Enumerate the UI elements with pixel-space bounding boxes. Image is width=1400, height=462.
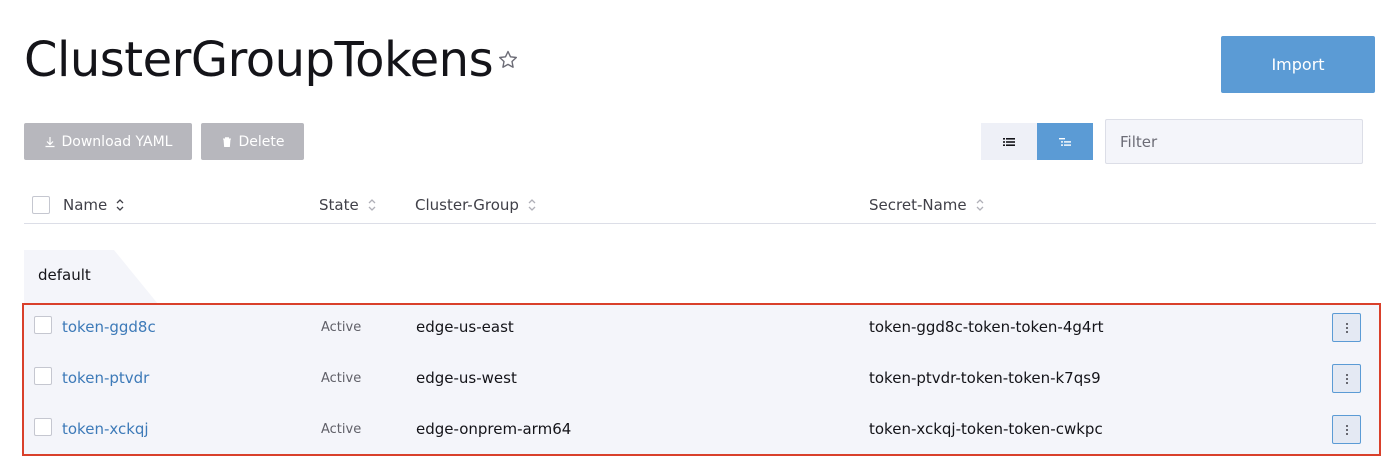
vertical-dots-icon	[1345, 322, 1348, 333]
column-header-secret-name-label: Secret-Name	[869, 196, 967, 214]
trash-icon	[222, 136, 231, 147]
select-all-checkbox[interactable]	[32, 196, 50, 214]
table-body: token-ggd8c Active edge-us-east token-gg…	[22, 303, 1381, 456]
column-header-name-label: Name	[63, 196, 108, 214]
sort-icon	[368, 199, 376, 211]
column-header-state-label: State	[319, 196, 359, 214]
row-name-link[interactable]: token-xckqj	[62, 420, 149, 438]
view-mode-toggle	[981, 123, 1093, 160]
row-checkbox[interactable]	[34, 367, 52, 385]
column-header-secret-name[interactable]: Secret-Name	[869, 196, 985, 214]
row-secret-name: token-xckqj-token-token-cwkpc	[869, 420, 1103, 438]
table-row[interactable]: token-ptvdr Active edge-us-west token-pt…	[24, 356, 1379, 406]
sort-icon	[116, 199, 124, 211]
group-tab-default: default	[24, 250, 164, 304]
download-yaml-label: Download YAML	[61, 133, 173, 150]
column-header-cluster-group-label: Cluster-Group	[415, 196, 519, 214]
row-checkbox[interactable]	[34, 418, 52, 436]
group-label: default	[38, 266, 91, 284]
star-icon[interactable]	[496, 48, 520, 72]
list-view-button[interactable]	[981, 123, 1037, 160]
row-secret-name: token-ggd8c-token-token-4g4rt	[869, 318, 1104, 336]
row-checkbox[interactable]	[34, 316, 52, 334]
row-name-link[interactable]: token-ggd8c	[62, 318, 156, 336]
column-header-state[interactable]: State	[319, 196, 377, 214]
download-yaml-button[interactable]: Download YAML	[24, 123, 192, 160]
row-actions-button[interactable]	[1332, 313, 1361, 342]
list-icon	[1003, 137, 1015, 146]
row-actions-button[interactable]	[1332, 415, 1361, 444]
column-header-name[interactable]: Name	[63, 196, 125, 214]
table-header: Name State Cluster-Group Secret-Name	[24, 186, 1376, 224]
page-title: ClusterGroupTokens	[24, 32, 494, 88]
delete-button[interactable]: Delete	[201, 123, 304, 160]
grouped-list-icon	[1059, 137, 1071, 146]
sort-icon	[528, 199, 536, 211]
row-actions-button[interactable]	[1332, 364, 1361, 393]
import-button[interactable]: Import	[1221, 36, 1375, 93]
row-name-link[interactable]: token-ptvdr	[62, 369, 149, 387]
row-cluster-group: edge-us-east	[416, 318, 514, 336]
delete-label: Delete	[238, 133, 285, 150]
filter-input[interactable]	[1105, 119, 1363, 164]
row-cluster-group: edge-us-west	[416, 369, 517, 387]
row-secret-name: token-ptvdr-token-token-k7qs9	[869, 369, 1101, 387]
column-header-cluster-group[interactable]: Cluster-Group	[415, 196, 537, 214]
row-state: Active	[321, 422, 362, 437]
download-icon	[45, 136, 55, 147]
table-row[interactable]: token-xckqj Active edge-onprem-arm64 tok…	[24, 407, 1379, 457]
sort-icon	[976, 199, 984, 211]
vertical-dots-icon	[1345, 373, 1348, 384]
row-cluster-group: edge-onprem-arm64	[416, 420, 572, 438]
grouped-view-button[interactable]	[1037, 123, 1093, 160]
row-state: Active	[321, 371, 362, 386]
vertical-dots-icon	[1345, 424, 1348, 435]
row-state: Active	[321, 320, 362, 335]
table-row[interactable]: token-ggd8c Active edge-us-east token-gg…	[24, 305, 1379, 355]
